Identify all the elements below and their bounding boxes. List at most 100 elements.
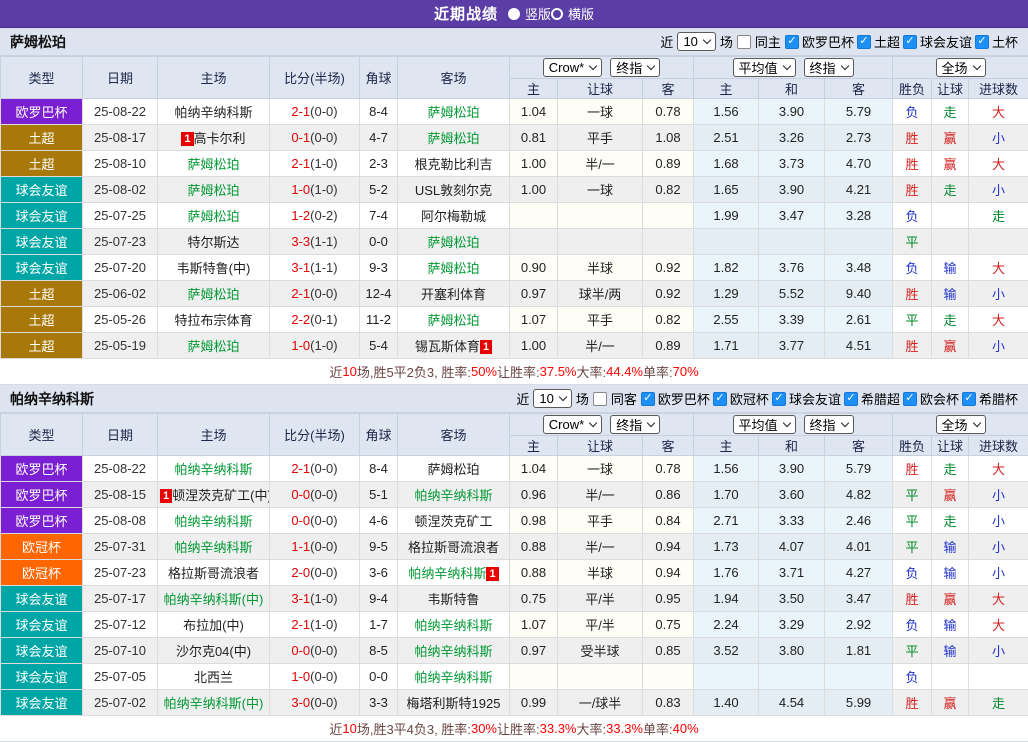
recent-count-value: 10 xyxy=(539,391,553,406)
score-link[interactable]: 2-1 xyxy=(291,156,310,171)
team-name-link[interactable]: 锡瓦斯体育1 xyxy=(415,339,492,354)
recent-count-select[interactable]: 10 xyxy=(533,389,571,408)
team-name-link[interactable]: 格拉斯哥流浪者 xyxy=(408,540,499,555)
odds-company-select[interactable]: Crow* xyxy=(543,58,602,77)
score-link[interactable]: 2-1 xyxy=(291,286,310,301)
team-name-link[interactable]: 沙尔克04(中) xyxy=(176,644,251,659)
score-link[interactable]: 1-2 xyxy=(291,208,310,223)
final-average-select[interactable]: 终指 xyxy=(804,58,854,77)
league-checkbox[interactable]: ✓ xyxy=(857,35,871,49)
score-link[interactable]: 3-0 xyxy=(291,695,310,710)
team-name-link[interactable]: 萨姆松珀 xyxy=(427,105,479,120)
team-name-link[interactable]: 萨姆松珀 xyxy=(187,339,239,354)
league-checkbox[interactable]: ✓ xyxy=(903,35,917,49)
team-name-link[interactable]: 萨姆松珀 xyxy=(187,209,239,224)
team-name-link[interactable]: 阿尔梅勒城 xyxy=(421,209,486,224)
final-odds-select[interactable]: 终指 xyxy=(610,415,660,434)
team-name-link[interactable]: 韦斯特鲁 xyxy=(427,592,479,607)
team-name-link[interactable]: 萨姆松珀 xyxy=(187,287,239,302)
team-name-link[interactable]: 特尔斯达 xyxy=(187,235,239,250)
score-link[interactable]: 0-0 xyxy=(291,643,310,658)
league-checkbox[interactable]: ✓ xyxy=(975,35,989,49)
corner-cell: 11-2 xyxy=(360,307,398,333)
same-venue-checkbox[interactable] xyxy=(737,35,751,49)
fulltime-select[interactable]: 全场 xyxy=(936,58,986,77)
team-name-link[interactable]: 帕纳辛纳科斯(中) xyxy=(164,592,264,607)
layout-radio-horizontal[interactable]: 横版 xyxy=(551,4,594,23)
summary-label: 场,胜3平4负3, 胜率: xyxy=(357,719,471,738)
team-name-link[interactable]: USL敦刻尔克 xyxy=(415,183,492,198)
team-name-link[interactable]: 萨姆松珀 xyxy=(187,183,239,198)
team-name-link[interactable]: 格拉斯哥流浪者 xyxy=(168,566,259,581)
score-link[interactable]: 1-1 xyxy=(291,539,310,554)
team-name-link[interactable]: 帕纳辛纳科斯 xyxy=(174,540,252,555)
team-name-link[interactable]: 开塞利体育 xyxy=(421,287,486,302)
league-checkbox[interactable]: ✓ xyxy=(785,35,799,49)
team-name-link[interactable]: 萨姆松珀 xyxy=(427,462,479,477)
odds-cell: 平/半 xyxy=(558,612,643,638)
odds-cell: 一/球半 xyxy=(558,690,643,716)
score-link[interactable]: 0-0 xyxy=(291,487,310,502)
team-name-link[interactable]: 帕纳辛纳科斯 xyxy=(414,644,492,659)
team-name-link[interactable]: 1高卡尔利 xyxy=(181,131,245,146)
league-checkbox[interactable]: ✓ xyxy=(962,392,976,406)
final-odds-select[interactable]: 终指 xyxy=(610,58,660,77)
team-name-link[interactable]: 萨姆松珀 xyxy=(187,157,239,172)
layout-radio-vertical[interactable]: 竖版 xyxy=(508,4,551,23)
team-name-link[interactable]: 萨姆松珀 xyxy=(427,313,479,328)
score-link[interactable]: 3-1 xyxy=(291,591,310,606)
score-link[interactable]: 2-2 xyxy=(291,312,310,327)
league-checkbox[interactable]: ✓ xyxy=(903,392,917,406)
score-link[interactable]: 2-1 xyxy=(291,104,310,119)
score-link[interactable]: 0-1 xyxy=(291,130,310,145)
score-link[interactable]: 3-1 xyxy=(291,260,310,275)
corner-cell: 8-4 xyxy=(360,456,398,482)
league-checkbox[interactable]: ✓ xyxy=(713,392,727,406)
team-name-link[interactable]: 帕纳辛纳科斯 xyxy=(414,670,492,685)
team-name-link[interactable]: 根克勒比利吉 xyxy=(414,157,492,172)
score-link[interactable]: 2-1 xyxy=(291,617,310,632)
match-type-cell: 土超 xyxy=(1,125,83,151)
team-name-link[interactable]: 帕纳辛纳科斯 xyxy=(174,462,252,477)
average-odds-select[interactable]: 平均值 xyxy=(733,58,796,77)
score-cell: 3-1(1-1) xyxy=(270,255,360,281)
score-link[interactable]: 1-0 xyxy=(291,182,310,197)
team-name-link[interactable]: 梅塔利斯特1925 xyxy=(407,696,501,711)
score-link[interactable]: 0-0 xyxy=(291,513,310,528)
away-team-cell: 韦斯特鲁 xyxy=(398,586,510,612)
final-average-select[interactable]: 终指 xyxy=(804,415,854,434)
team-name-link[interactable]: 萨姆松珀 xyxy=(427,235,479,250)
recent-count-select[interactable]: 10 xyxy=(677,32,715,51)
odds-company-select[interactable]: Crow* xyxy=(543,415,602,434)
fulltime-select[interactable]: 全场 xyxy=(936,415,986,434)
team-name-link[interactable]: 1顿涅茨克矿工(中) xyxy=(160,488,270,503)
league-checkbox[interactable]: ✓ xyxy=(844,392,858,406)
team-name-link[interactable]: 帕纳辛纳科斯 xyxy=(174,514,252,529)
score-link[interactable]: 1-0 xyxy=(291,338,310,353)
team-name-heading: 帕纳辛纳科斯 xyxy=(10,389,94,409)
average-odds-select[interactable]: 平均值 xyxy=(733,415,796,434)
team-name-link[interactable]: 布拉加(中) xyxy=(183,618,244,633)
score-link[interactable]: 2-0 xyxy=(291,565,310,580)
team-name-link[interactable]: 帕纳辛纳科斯(中) xyxy=(164,696,264,711)
team-name-link[interactable]: 萨姆松珀 xyxy=(427,261,479,276)
team-name-link[interactable]: 帕纳辛纳科斯 xyxy=(174,105,252,120)
team-name-link[interactable]: 帕纳辛纳科斯 xyxy=(414,618,492,633)
score-link[interactable]: 1-0 xyxy=(291,669,310,684)
league-checkbox[interactable]: ✓ xyxy=(772,392,786,406)
score-link[interactable]: 3-3 xyxy=(291,234,310,249)
score-link[interactable]: 2-1 xyxy=(291,461,310,476)
date-cell: 25-05-26 xyxy=(83,307,158,333)
team-name-link[interactable]: 特拉布宗体育 xyxy=(174,313,252,328)
summary-label: 大率: xyxy=(577,719,607,738)
team-name-link[interactable]: 韦斯特鲁(中) xyxy=(177,261,251,276)
sub-header-handicap-result: 让球 xyxy=(932,79,969,99)
match-row: 欧冠杯25-07-23格拉斯哥流浪者2-0(0-0)3-6帕纳辛纳科斯10.88… xyxy=(1,560,1028,586)
team-name-link[interactable]: 北西兰 xyxy=(194,670,233,685)
team-name-link[interactable]: 帕纳辛纳科斯1 xyxy=(408,566,498,581)
team-name-link[interactable]: 帕纳辛纳科斯 xyxy=(414,488,492,503)
same-venue-checkbox[interactable] xyxy=(593,392,607,406)
team-name-link[interactable]: 萨姆松珀 xyxy=(427,131,479,146)
team-name-link[interactable]: 顿涅茨克矿工 xyxy=(414,514,492,529)
league-checkbox[interactable]: ✓ xyxy=(641,392,655,406)
